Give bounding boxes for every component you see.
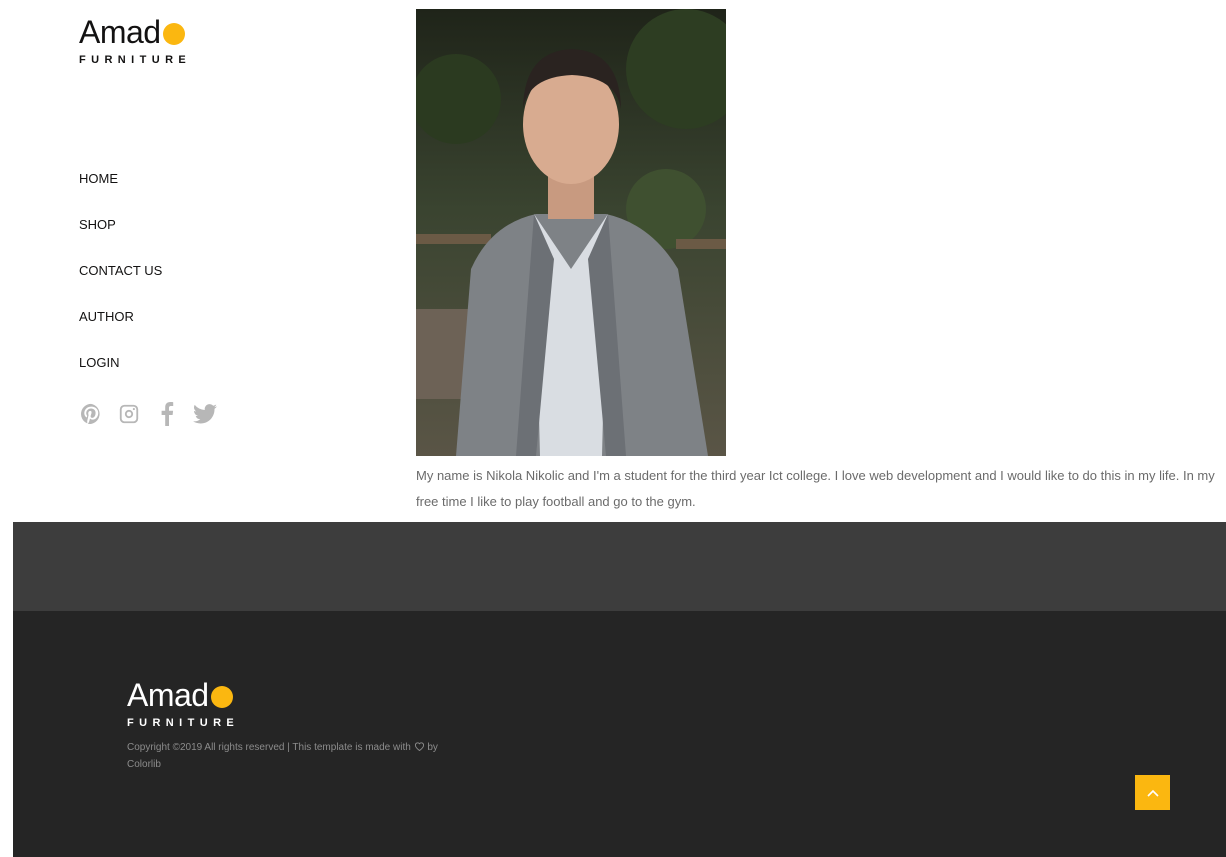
footer-tagline: FURNITURE (127, 717, 240, 729)
nav-link-login[interactable]: LOGIN (79, 355, 119, 370)
footer: Amad FURNITURE Copyright ©2019 All right… (13, 611, 1226, 857)
copyright-prefix: Copyright ©2019 All rights reserved | Th… (127, 742, 411, 753)
nav-link-home[interactable]: HOME (79, 171, 118, 186)
nav-item-login: LOGIN (79, 355, 162, 401)
scroll-to-top-button[interactable] (1135, 775, 1170, 810)
brand-name: Amad (79, 14, 161, 50)
chevron-up-icon (1146, 789, 1159, 797)
brand-tagline: FURNITURE (79, 54, 192, 66)
brand-dot-icon (210, 686, 233, 708)
author-bio: My name is Nikola Nikolic and I'm a stud… (416, 468, 1215, 509)
copyright-text: Copyright ©2019 All rights reserved | Th… (127, 739, 447, 773)
facebook-icon[interactable] (155, 401, 179, 427)
author-photo (416, 9, 726, 456)
instagram-icon[interactable] (117, 401, 141, 427)
footer-band (13, 522, 1226, 611)
twitter-icon[interactable] (193, 401, 217, 427)
main-nav: HOME SHOP CONTACT US AUTHOR LOGIN (79, 171, 162, 401)
pinterest-icon[interactable] (79, 401, 103, 427)
footer-brand-name: Amad (127, 677, 209, 713)
nav-item-shop: SHOP (79, 217, 162, 263)
nav-link-shop[interactable]: SHOP (79, 217, 116, 232)
heart-icon (414, 742, 424, 752)
nav-link-author[interactable]: AUTHOR (79, 309, 134, 324)
nav-link-contact[interactable]: CONTACT US (79, 263, 162, 278)
nav-item-author: AUTHOR (79, 309, 162, 355)
brand-logo[interactable]: Amad FURNITURE (79, 14, 191, 66)
brand-dot-icon (162, 23, 185, 45)
nav-item-home: HOME (79, 171, 162, 217)
sidebar: Amad FURNITURE HOME SHOP CONTACT US AUTH… (0, 0, 400, 522)
social-links (79, 401, 231, 427)
footer-logo[interactable]: Amad FURNITURE (127, 677, 239, 729)
nav-item-contact: CONTACT US (79, 263, 162, 309)
